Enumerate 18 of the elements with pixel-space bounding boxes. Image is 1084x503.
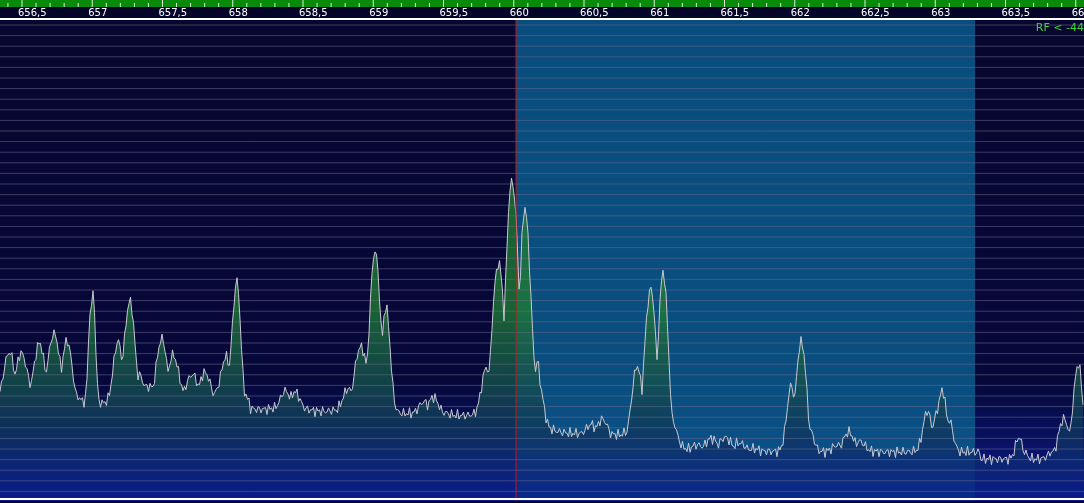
frequency-label: 662,5: [861, 6, 890, 19]
frequency-label: 66: [1071, 6, 1084, 19]
frequency-label: 661,5: [720, 6, 750, 19]
rf-threshold-label: RF < -44: [1035, 21, 1084, 35]
frequency-label: 658: [228, 6, 248, 19]
frequency-label: 659,5: [439, 6, 469, 19]
frequency-marker[interactable]: [515, 20, 517, 501]
frequency-label: 658,5: [299, 6, 328, 19]
frequency-label: 662: [790, 6, 810, 19]
frequency-label: 663: [931, 6, 951, 19]
frequency-label: 660: [509, 6, 529, 19]
frequency-label: 661: [650, 6, 670, 19]
frequency-label: 657,5: [158, 6, 188, 19]
frequency-label: 660,5: [580, 6, 609, 19]
frequency-label: 657: [88, 6, 108, 19]
frequency-label: 663,5: [1001, 6, 1031, 19]
frequency-label: 656,5: [18, 6, 47, 19]
frequency-label: 659: [369, 6, 389, 19]
